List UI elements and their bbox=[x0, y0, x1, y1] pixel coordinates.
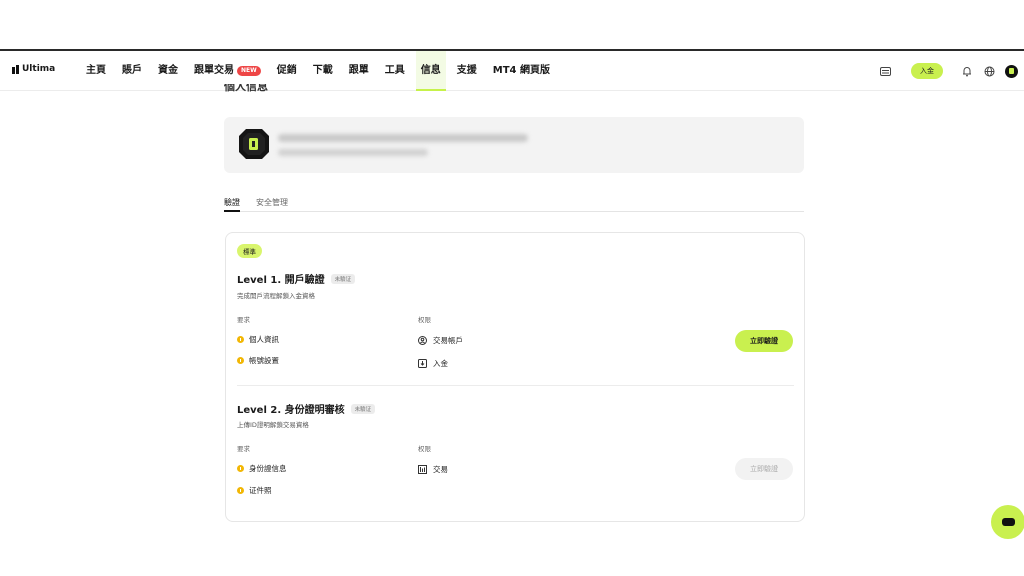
nav-item-home[interactable]: 主頁 bbox=[86, 51, 106, 91]
nav-label: 賬戶 bbox=[122, 65, 142, 76]
nav-label: 工具 bbox=[384, 65, 405, 76]
level-2-title: Level 2. 身份證明審核 未驗证 bbox=[237, 401, 376, 416]
permission-item: 入金 bbox=[418, 358, 448, 369]
bell-icon[interactable] bbox=[961, 65, 973, 77]
brand-logo[interactable]: Ultima bbox=[12, 64, 55, 74]
nav-label: 下載 bbox=[312, 65, 333, 76]
profile-avatar bbox=[237, 127, 271, 161]
blurred-user-id bbox=[278, 149, 428, 156]
profile-summary-card bbox=[224, 117, 804, 173]
nav-item-promotions[interactable]: 促銷 bbox=[277, 51, 297, 91]
nav-item-copy[interactable]: 跟單 bbox=[349, 51, 369, 91]
level-divider bbox=[237, 385, 794, 386]
verify-now-button-level-2[interactable]: 立即驗證 bbox=[735, 458, 793, 480]
chart-icon bbox=[418, 465, 427, 474]
verification-card: 標準 Level 1. 開戶驗證 未驗证 完成開戶流程解鎖入金資格 要求 权限 … bbox=[225, 232, 805, 522]
standard-tag: 標準 bbox=[237, 244, 262, 258]
page-title: 個人信息 bbox=[224, 84, 268, 93]
globe-icon[interactable] bbox=[983, 65, 995, 77]
nav-label: 跟單 bbox=[348, 65, 369, 76]
requirement-item: 身份證信息 bbox=[237, 463, 287, 474]
verify-now-button-level-1[interactable]: 立即驗證 bbox=[735, 330, 793, 352]
permissions-label: 权限 bbox=[418, 445, 431, 453]
nav-item-download[interactable]: 下載 bbox=[313, 51, 333, 91]
nav-item-tools[interactable]: 工具 bbox=[385, 51, 405, 91]
warning-icon bbox=[237, 336, 244, 343]
switch-account-icon[interactable] bbox=[879, 65, 891, 77]
requirement-item: 帳號設置 bbox=[237, 355, 279, 366]
account-tabs: 驗證 安全管理 bbox=[224, 193, 804, 212]
level-1-title: Level 1. 開戶驗證 未驗证 bbox=[237, 271, 356, 286]
nav-item-funds[interactable]: 資金 bbox=[158, 51, 178, 91]
nav-label: 資金 bbox=[158, 65, 178, 76]
status-badge: 未驗证 bbox=[330, 273, 356, 284]
blurred-user-email bbox=[278, 134, 528, 142]
nav-label: 主頁 bbox=[86, 65, 106, 76]
permission-item: 交易帳戶 bbox=[418, 335, 463, 346]
tab-security[interactable]: 安全管理 bbox=[256, 193, 288, 212]
chat-icon bbox=[1001, 518, 1015, 526]
deposit-box-icon bbox=[418, 359, 427, 368]
requirement-text: 证件照 bbox=[249, 486, 272, 495]
nav-item-account[interactable]: 賬戶 bbox=[122, 51, 142, 91]
nav-item-support[interactable]: 支援 bbox=[457, 51, 477, 91]
permissions-label: 权限 bbox=[418, 316, 431, 324]
brand-name: Ultima bbox=[22, 64, 56, 74]
requirement-text: 身份證信息 bbox=[249, 464, 287, 473]
nav-label: 支援 bbox=[456, 65, 477, 76]
nav-label: 信息 bbox=[420, 65, 441, 76]
chat-support-button[interactable] bbox=[991, 505, 1024, 539]
permission-text: 交易帳戶 bbox=[433, 336, 463, 345]
requirements-label: 要求 bbox=[237, 316, 250, 324]
nav-label: 促銷 bbox=[276, 65, 297, 76]
warning-icon bbox=[237, 487, 244, 494]
permission-item: 交易 bbox=[418, 464, 448, 475]
nav-item-mt4-web[interactable]: MT4 網頁版 bbox=[493, 51, 550, 91]
nav-right-tools: 入金 bbox=[879, 51, 1024, 91]
top-navbar: Ultima 主頁 賬戶 資金 跟單交易 NEW 促銷 下載 跟單 工具 信息 支… bbox=[0, 51, 1024, 91]
level-2-description: 上傳ID證明解鎖交易資格 bbox=[237, 421, 309, 429]
new-badge: NEW bbox=[237, 66, 261, 76]
status-badge: 未驗证 bbox=[350, 403, 376, 414]
warning-icon bbox=[237, 357, 244, 364]
requirement-text: 個人資訊 bbox=[249, 335, 279, 344]
nav-item-info[interactable]: 信息 bbox=[415, 51, 446, 91]
level-1-description: 完成開戶流程解鎖入金資格 bbox=[237, 292, 315, 300]
logo-mark-icon bbox=[12, 64, 19, 74]
requirement-item: 個人資訊 bbox=[237, 334, 279, 345]
warning-icon bbox=[237, 465, 244, 472]
main-nav: 主頁 賬戶 資金 跟單交易 NEW 促銷 下載 跟單 工具 信息 支援 MT4 網… bbox=[86, 51, 566, 91]
level-title-text: Level 1. 開戶驗證 bbox=[237, 275, 325, 286]
requirements-label: 要求 bbox=[237, 445, 250, 453]
user-avatar[interactable] bbox=[1005, 64, 1018, 78]
requirement-text: 帳號設置 bbox=[249, 356, 279, 365]
level-title-text: Level 2. 身份證明審核 bbox=[237, 405, 345, 416]
nav-label: MT4 網頁版 bbox=[492, 65, 550, 76]
tab-verification[interactable]: 驗證 bbox=[224, 193, 240, 212]
deposit-button[interactable]: 入金 bbox=[911, 63, 943, 79]
permission-text: 交易 bbox=[433, 465, 448, 474]
requirement-item: 证件照 bbox=[237, 485, 272, 496]
user-circle-icon bbox=[418, 336, 427, 345]
browser-top-area bbox=[0, 0, 1024, 50]
permission-text: 入金 bbox=[433, 359, 448, 368]
